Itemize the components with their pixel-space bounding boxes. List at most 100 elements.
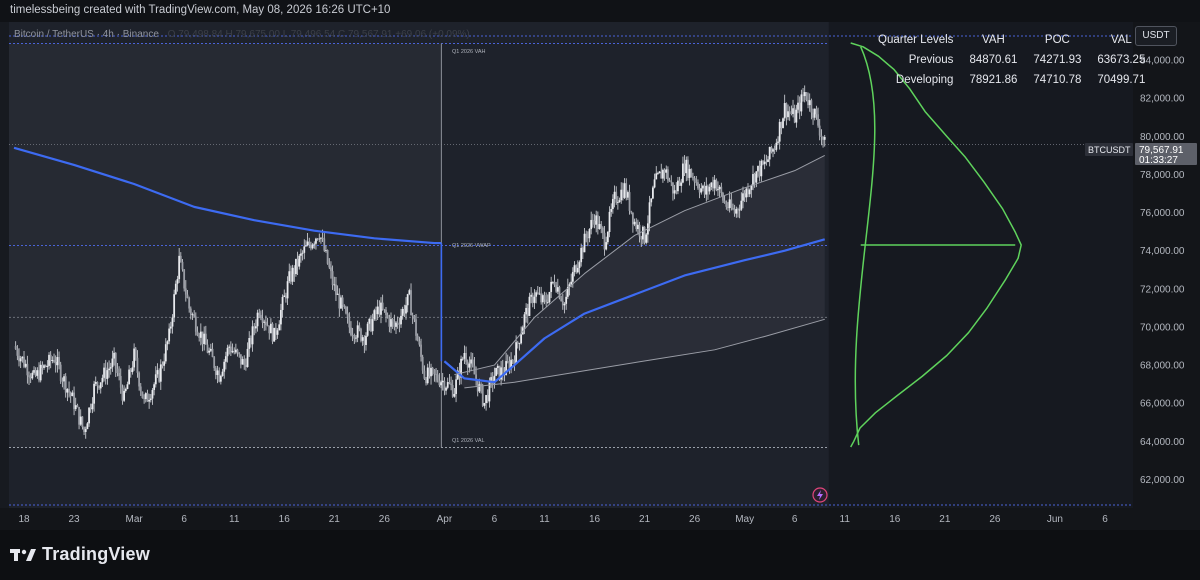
candle-body bbox=[203, 333, 206, 345]
candle bbox=[443, 377, 446, 396]
candle-body bbox=[86, 423, 89, 430]
candle bbox=[528, 292, 531, 317]
price-tick-label: 82,000.00 bbox=[1140, 94, 1185, 105]
candle-body bbox=[291, 267, 294, 282]
candle bbox=[765, 154, 768, 166]
candle-body bbox=[560, 298, 563, 302]
candle-body bbox=[772, 149, 774, 152]
candle-body bbox=[321, 237, 324, 239]
candle-body bbox=[596, 215, 599, 229]
price-tick-label: 72,000.00 bbox=[1140, 284, 1185, 295]
candle-body bbox=[391, 319, 394, 322]
candle-body bbox=[418, 340, 421, 345]
candle bbox=[768, 146, 771, 167]
date-tick-label: 18 bbox=[18, 514, 30, 525]
candle-body bbox=[131, 367, 134, 373]
candle-body bbox=[555, 284, 558, 292]
candle-body bbox=[189, 308, 192, 315]
candle bbox=[558, 285, 561, 300]
date-tick-label: 11 bbox=[539, 514, 550, 525]
candle bbox=[605, 236, 608, 251]
candle-body bbox=[343, 305, 346, 308]
candle bbox=[545, 292, 548, 307]
quarter-levels-table: Quarter Levels VAH POC VAL Previous 8487… bbox=[870, 30, 1153, 90]
candle bbox=[59, 361, 62, 384]
candle-body bbox=[463, 352, 466, 359]
candle-body bbox=[421, 356, 424, 371]
table-header: VAL bbox=[1110, 34, 1132, 46]
ticker-tag-label: BTCUSDT bbox=[1088, 145, 1131, 155]
date-tick-label: 26 bbox=[689, 514, 701, 525]
candle-body bbox=[778, 121, 781, 142]
candle-body bbox=[351, 334, 354, 336]
candle-body bbox=[613, 191, 616, 199]
candle bbox=[780, 121, 783, 135]
candle-body bbox=[376, 306, 379, 315]
candle-body bbox=[563, 303, 566, 306]
date-tick-label: 6 bbox=[181, 514, 187, 525]
candle bbox=[758, 160, 761, 182]
candle-body bbox=[253, 326, 256, 329]
candle-body bbox=[59, 364, 62, 381]
candle-body bbox=[758, 165, 761, 177]
candle-body bbox=[153, 384, 156, 390]
candle-body bbox=[174, 283, 177, 295]
candle-body bbox=[43, 365, 45, 368]
candle bbox=[770, 145, 773, 154]
candle-body bbox=[335, 284, 337, 295]
table-header: Quarter Levels bbox=[878, 34, 954, 46]
candle-body bbox=[390, 319, 392, 327]
candle-body bbox=[178, 255, 181, 280]
candle-body bbox=[290, 271, 292, 282]
candle bbox=[763, 154, 766, 170]
candle bbox=[626, 190, 629, 201]
candle-body bbox=[375, 310, 377, 315]
candle-body bbox=[823, 136, 826, 140]
candle bbox=[453, 388, 456, 398]
candle bbox=[271, 322, 274, 345]
candle-body bbox=[818, 125, 821, 136]
candle-body bbox=[662, 169, 664, 179]
candle bbox=[702, 184, 704, 192]
candle-body bbox=[576, 267, 579, 273]
candle-body bbox=[780, 121, 783, 128]
candle-body bbox=[803, 92, 806, 97]
candle-body bbox=[254, 326, 257, 329]
candle-body bbox=[396, 322, 399, 325]
candle-body bbox=[306, 241, 309, 246]
candle bbox=[551, 281, 554, 285]
candle-body bbox=[360, 328, 362, 341]
candle bbox=[541, 293, 544, 311]
candle bbox=[451, 379, 454, 398]
candle-body bbox=[228, 346, 231, 348]
candle-body bbox=[381, 302, 384, 310]
candle-body bbox=[692, 177, 694, 179]
candle-body bbox=[585, 233, 588, 238]
candle-body bbox=[18, 355, 20, 362]
candle-body bbox=[214, 368, 217, 375]
candle bbox=[653, 173, 656, 189]
alert-icon[interactable] bbox=[812, 487, 828, 503]
candle bbox=[697, 179, 699, 190]
candle-body bbox=[76, 405, 79, 408]
date-tick-label: 11 bbox=[840, 514, 851, 525]
candle-body bbox=[139, 386, 142, 392]
candle-body bbox=[219, 375, 222, 382]
candle-body bbox=[144, 393, 147, 400]
candle-body bbox=[765, 161, 768, 163]
candle bbox=[682, 156, 684, 184]
candle bbox=[531, 292, 534, 308]
candle-body bbox=[73, 392, 75, 410]
candle-body bbox=[333, 284, 336, 286]
candle-body bbox=[129, 369, 132, 373]
candle-body bbox=[371, 319, 374, 332]
candle bbox=[785, 102, 788, 126]
date-tick-label: 6 bbox=[492, 514, 498, 525]
candle-body bbox=[411, 315, 414, 316]
candle-body bbox=[450, 383, 452, 386]
candle bbox=[366, 321, 369, 338]
candle-body bbox=[24, 363, 27, 367]
candle-body bbox=[346, 313, 349, 317]
candle-body bbox=[310, 244, 312, 249]
candle bbox=[588, 228, 591, 243]
